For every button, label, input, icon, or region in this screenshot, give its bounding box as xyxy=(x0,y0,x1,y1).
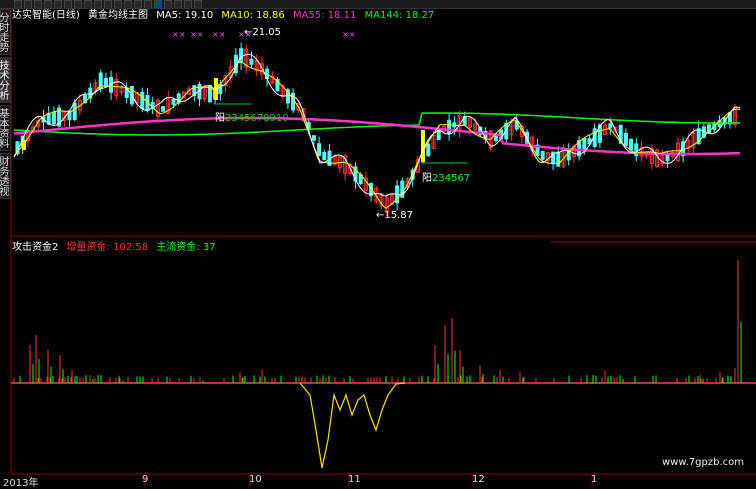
candle-body xyxy=(426,143,431,156)
toolbar-button[interactable] xyxy=(154,0,162,8)
toolbar-button[interactable] xyxy=(14,0,22,8)
toolbar-button[interactable] xyxy=(164,0,172,8)
stock-name: 达实智能(日线) xyxy=(12,10,80,21)
sub-indicator-name: 攻击资金2 xyxy=(12,242,59,253)
toolbar-button[interactable] xyxy=(74,0,82,8)
date-axis: 2013年 9 10 11 12 1 xyxy=(0,474,756,489)
toolbar-button[interactable] xyxy=(84,0,92,8)
date-label-10: 10 xyxy=(249,474,262,485)
indicator-name: 黄金均线主图 xyxy=(88,10,148,21)
candle-body xyxy=(161,106,166,112)
signal-marker: ×× xyxy=(172,30,185,39)
yang-count-label-2: 阳234567 xyxy=(422,173,471,184)
candle-body xyxy=(171,99,176,105)
side-tab[interactable]: 财务透视 xyxy=(0,153,11,199)
toolbar xyxy=(0,0,756,9)
ma10-label: MA10: 18.86 xyxy=(221,10,285,21)
toolbar-button[interactable] xyxy=(144,0,152,8)
candle-body xyxy=(317,143,322,156)
toolbar-button[interactable] xyxy=(54,0,62,8)
toolbar-button[interactable] xyxy=(184,0,192,8)
side-tab[interactable]: 技术分析 xyxy=(0,57,11,103)
candle-body xyxy=(249,58,254,65)
toolbar-button[interactable] xyxy=(64,0,72,8)
toolbar-button[interactable] xyxy=(94,0,102,8)
toolbar-button[interactable] xyxy=(174,0,182,8)
ma5-label: MA5: 19.10 xyxy=(156,10,214,21)
ma5-line xyxy=(13,53,741,197)
signal-marker: ×× xyxy=(212,30,225,39)
signal-marker: ×× xyxy=(342,30,355,39)
yang-count-label-1: 阳2345678910 xyxy=(215,113,289,124)
ma144-label: MA144: 18.27 xyxy=(364,10,435,21)
side-tab[interactable]: 分时走势 xyxy=(0,9,11,55)
candle-body xyxy=(311,135,316,141)
high-price-label: ←21.05 xyxy=(244,27,282,38)
candle-body xyxy=(322,152,327,161)
toolbar-button[interactable] xyxy=(24,0,32,8)
date-label-9: 9 xyxy=(142,474,149,485)
toolbar-button[interactable] xyxy=(194,0,202,8)
candle-body xyxy=(51,111,56,125)
side-tabs: 分时走势技术分析基本资料财务透视 xyxy=(0,9,11,199)
candle-body xyxy=(629,138,634,151)
candle-body xyxy=(556,151,561,167)
sub-legend: 攻击资金2 增量资金: 102.58 主流资金: 37 xyxy=(12,242,221,254)
ma55-label: MA55: 18.11 xyxy=(292,10,357,21)
date-label-12: 12 xyxy=(472,474,485,485)
low-price-label: ←15.87 xyxy=(376,210,414,221)
candle-body xyxy=(540,150,545,160)
candle-body xyxy=(103,78,108,87)
toolbar-button[interactable] xyxy=(104,0,112,8)
toolbar-button[interactable] xyxy=(44,0,52,8)
candle-body xyxy=(239,48,244,64)
candle-body xyxy=(623,132,628,146)
toolbar-button[interactable] xyxy=(124,0,132,8)
date-label-11: 11 xyxy=(348,474,361,485)
candle-body xyxy=(72,102,77,120)
toolbar-button[interactable] xyxy=(134,0,142,8)
incremental-fund-label: 增量资金: 102.58 xyxy=(66,242,149,253)
toolbar-button[interactable] xyxy=(34,0,42,8)
candle-body xyxy=(447,119,452,135)
candle-body xyxy=(140,91,145,110)
main-legend: 达实智能(日线) 黄金均线主图 MA5: 19.10 MA10: 18.86 M… xyxy=(12,10,439,22)
toolbar-button[interactable] xyxy=(114,0,122,8)
mainstream-fund-label: 主流资金: 37 xyxy=(156,242,216,253)
watermark: www.7gpzb.com xyxy=(662,457,744,468)
candle-body xyxy=(608,123,613,129)
negative-fund-line xyxy=(299,382,406,469)
side-tab[interactable]: 基本资料 xyxy=(0,105,11,151)
signal-marker: ×× xyxy=(190,30,203,39)
date-label-1: 1 xyxy=(591,474,598,485)
